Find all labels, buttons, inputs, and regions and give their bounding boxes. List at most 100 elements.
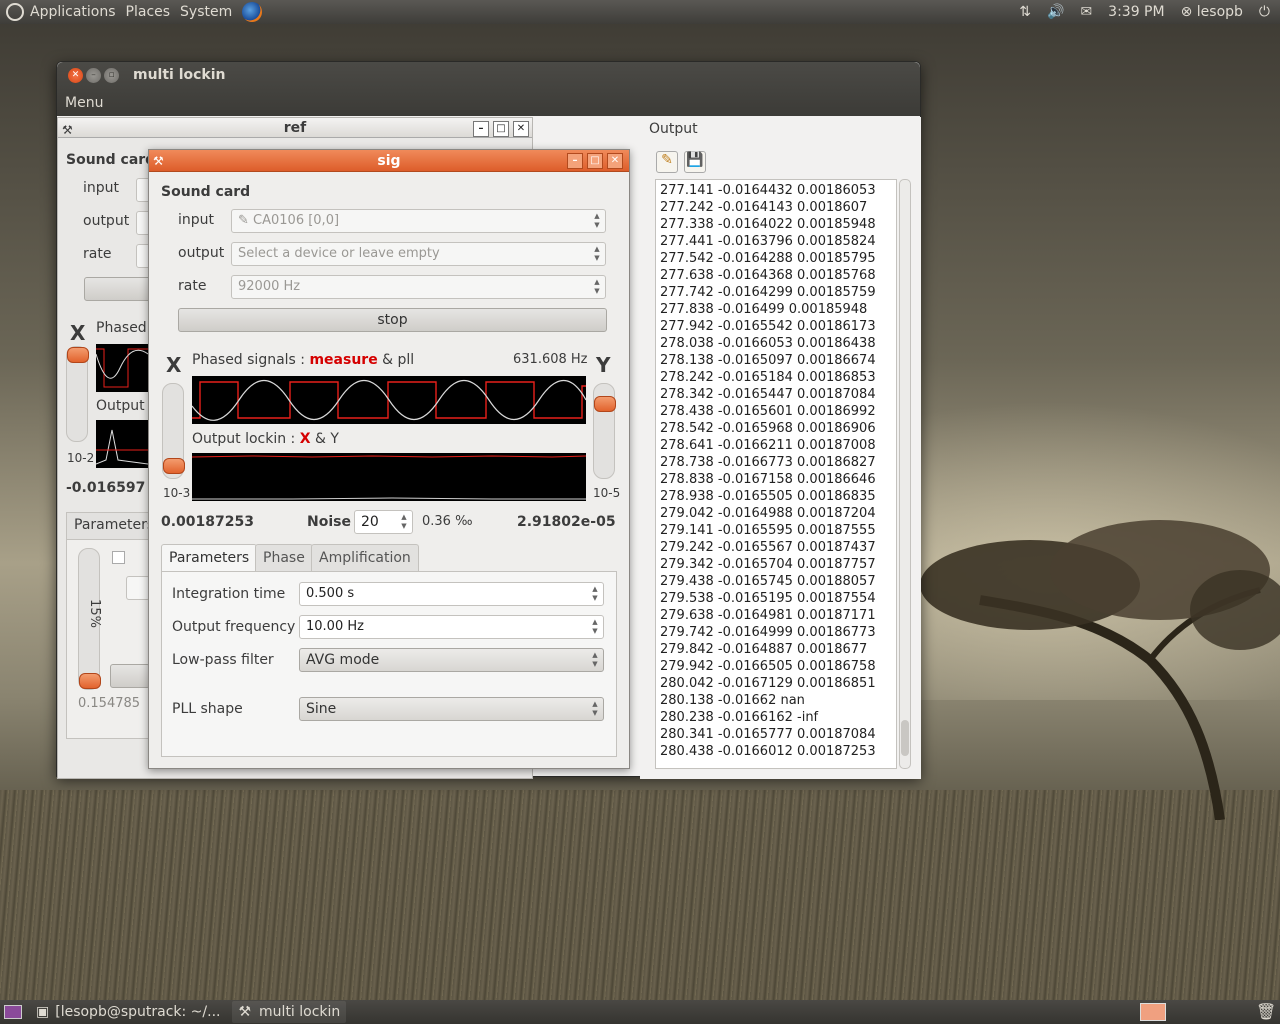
network-icon[interactable]: ⇅ [1019, 4, 1031, 20]
output-log-line: 277.742 -0.0164299 0.00185759 [660, 285, 876, 300]
low-pass-filter-value: AVG mode [306, 652, 380, 668]
output-log-line: 279.438 -0.0165745 0.00188057 [660, 574, 876, 589]
ref-output-label: output [83, 213, 130, 229]
pll-shape-select[interactable]: Sine ▲ ▼ [299, 697, 604, 721]
sig-rate-label: rate [178, 278, 207, 294]
app-icon: ⚒ [238, 1004, 252, 1020]
output-frequency-field[interactable]: 10.00 Hz ▲ ▼ [299, 615, 604, 639]
task-multi-lockin[interactable]: ⚒ multi lockin [232, 1001, 347, 1023]
sig-output-field[interactable]: Select a device or leave empty ▲ ▼ [231, 242, 606, 266]
output-log-line: 278.838 -0.0167158 0.00186646 [660, 472, 876, 487]
system-menu[interactable]: System [180, 4, 232, 20]
combo-arrows-icon: ▲ ▼ [592, 651, 598, 668]
clock[interactable]: 3:39 PM [1108, 4, 1164, 20]
output-log-line: 280.042 -0.0167129 0.00186851 [660, 676, 876, 691]
output-log-line: 278.738 -0.0166773 0.00186827 [660, 455, 876, 470]
ref-x-slider[interactable] [66, 346, 89, 442]
output-log-line: 278.138 -0.0165097 0.00186674 [660, 353, 876, 368]
user-icon: ⊗ [1180, 4, 1197, 20]
output-log-line: 277.838 -0.016499 0.00185948 [660, 302, 868, 317]
sig-subwindow: ⚒ sig – □ ✕ Sound card input output rate… [148, 149, 630, 769]
sig-x-label: X [166, 353, 182, 377]
ref-checkbox[interactable] [112, 551, 125, 564]
save-icon[interactable]: 💾 [684, 151, 706, 173]
sig-titlebar[interactable]: ⚒ sig – □ ✕ [149, 150, 629, 172]
output-scrollbar[interactable] [899, 179, 911, 769]
output-lockin-trace [191, 455, 587, 500]
ref-gain-slider-knob[interactable] [79, 673, 101, 689]
mail-icon[interactable]: ✉ [1080, 4, 1092, 20]
power-icon[interactable]: ⏻ [1259, 4, 1270, 20]
sig-x-slider-knob[interactable] [163, 458, 185, 475]
output-log[interactable]: 277.141 -0.0164432 0.00186053 277.242 -0.… [655, 179, 897, 769]
noise-value: 20 [361, 514, 379, 530]
sig-input-label: input [178, 212, 215, 228]
clear-icon[interactable]: ✎ [656, 151, 678, 173]
close-icon[interactable]: ✕ [607, 153, 623, 169]
trash-icon[interactable]: 🗑 [1256, 1002, 1276, 1021]
output-scrollbar-thumb[interactable] [901, 720, 909, 756]
output-log-line: 277.942 -0.0165542 0.00186173 [660, 319, 876, 334]
output-log-line: 277.542 -0.0164288 0.00185795 [660, 251, 876, 266]
close-icon[interactable]: ✕ [513, 121, 529, 137]
ref-titlebar[interactable]: ⚒ ref – □ ✕ [58, 118, 532, 138]
phased-signals-trace [191, 380, 587, 421]
task-terminal-label: [lesopb@sputrack: ~/... [55, 1004, 221, 1020]
phased-signals-label: Phased signals : measure & pll [192, 352, 414, 368]
sig-input-value: CA0106 [0,0] [253, 213, 340, 228]
maximize-icon[interactable]: ▫ [104, 68, 119, 83]
task-terminal[interactable]: ▣ [lesopb@sputrack: ~/... [30, 1001, 226, 1023]
tab-phase[interactable]: Phase [255, 544, 313, 571]
sig-y-slider-knob[interactable] [594, 395, 616, 412]
output-log-line: 278.438 -0.0165601 0.00186992 [660, 404, 876, 419]
minimize-icon[interactable]: – [567, 153, 583, 169]
output-frequency-value: 10.00 Hz [306, 619, 364, 634]
integration-time-field[interactable]: 0.500 s ▲ ▼ [299, 582, 604, 606]
ref-small-button[interactable] [110, 664, 150, 688]
sig-sound-card-label: Sound card [161, 184, 251, 200]
minimize-icon[interactable]: – [473, 121, 489, 137]
sig-x-slider[interactable] [162, 383, 185, 479]
tab-parameters[interactable]: Parameters [161, 544, 258, 572]
ubuntu-logo-icon[interactable] [6, 3, 24, 21]
sig-output-placeholder: Select a device or leave empty [238, 246, 440, 261]
volume-icon[interactable]: 🔊 [1047, 4, 1064, 20]
workspace-switcher[interactable] [1140, 1003, 1166, 1021]
ref-gain-field[interactable] [126, 576, 150, 600]
sig-output-label: output [178, 245, 225, 261]
ref-x-label: X [70, 321, 86, 345]
frequency-readout: 631.608 Hz [513, 352, 588, 367]
menu-button[interactable]: Menu [65, 95, 103, 111]
output-lockin-label: Output lockin : X & Y [192, 431, 339, 447]
maximize-icon[interactable]: □ [493, 121, 509, 137]
spin-arrows-icon: ▲ ▼ [592, 585, 598, 602]
user-menu[interactable]: ⊗ lesopb [1181, 4, 1243, 20]
sig-rate-field[interactable]: 92000 Hz ▲ ▼ [231, 275, 606, 299]
noise-spinbox[interactable]: 20 ▲ ▼ [354, 510, 413, 534]
output-log-line: 280.138 -0.01662 nan [660, 693, 805, 708]
spin-arrows-icon: ▲ ▼ [401, 513, 407, 530]
ref-x-slider-knob[interactable] [67, 347, 89, 363]
places-menu[interactable]: Places [126, 4, 171, 20]
stop-button[interactable]: stop [178, 308, 607, 332]
output-lockin-amp: & [310, 431, 331, 447]
firefox-icon[interactable] [242, 2, 263, 22]
sig-y-slider[interactable] [593, 383, 616, 479]
applications-menu[interactable]: Applications [30, 4, 116, 20]
output-log-line: 279.042 -0.0164988 0.00187204 [660, 506, 876, 521]
ref-stop-button[interactable] [84, 277, 154, 301]
tab-amplification[interactable]: Amplification [311, 544, 419, 571]
ref-params-tab-label: Parameters [74, 517, 155, 533]
low-pass-filter-select[interactable]: AVG mode ▲ ▼ [299, 648, 604, 672]
spin-arrows-icon: ▲ ▼ [594, 278, 600, 295]
sig-input-field[interactable]: ✎ CA0106 [0,0] ▲ ▼ [231, 209, 606, 233]
app-icon: ⚒ [62, 123, 73, 137]
show-desktop-icon[interactable] [4, 1005, 22, 1019]
sig-rate-value: 92000 Hz [238, 279, 301, 294]
minimize-icon[interactable]: – [86, 68, 101, 83]
output-log-line: 280.341 -0.0165777 0.00187084 [660, 727, 876, 742]
output-log-line: 278.038 -0.0166053 0.00186438 [660, 336, 876, 351]
maximize-icon[interactable]: □ [587, 153, 603, 169]
spin-arrows-icon: ▲ ▼ [592, 618, 598, 635]
close-icon[interactable]: ✕ [68, 68, 83, 83]
